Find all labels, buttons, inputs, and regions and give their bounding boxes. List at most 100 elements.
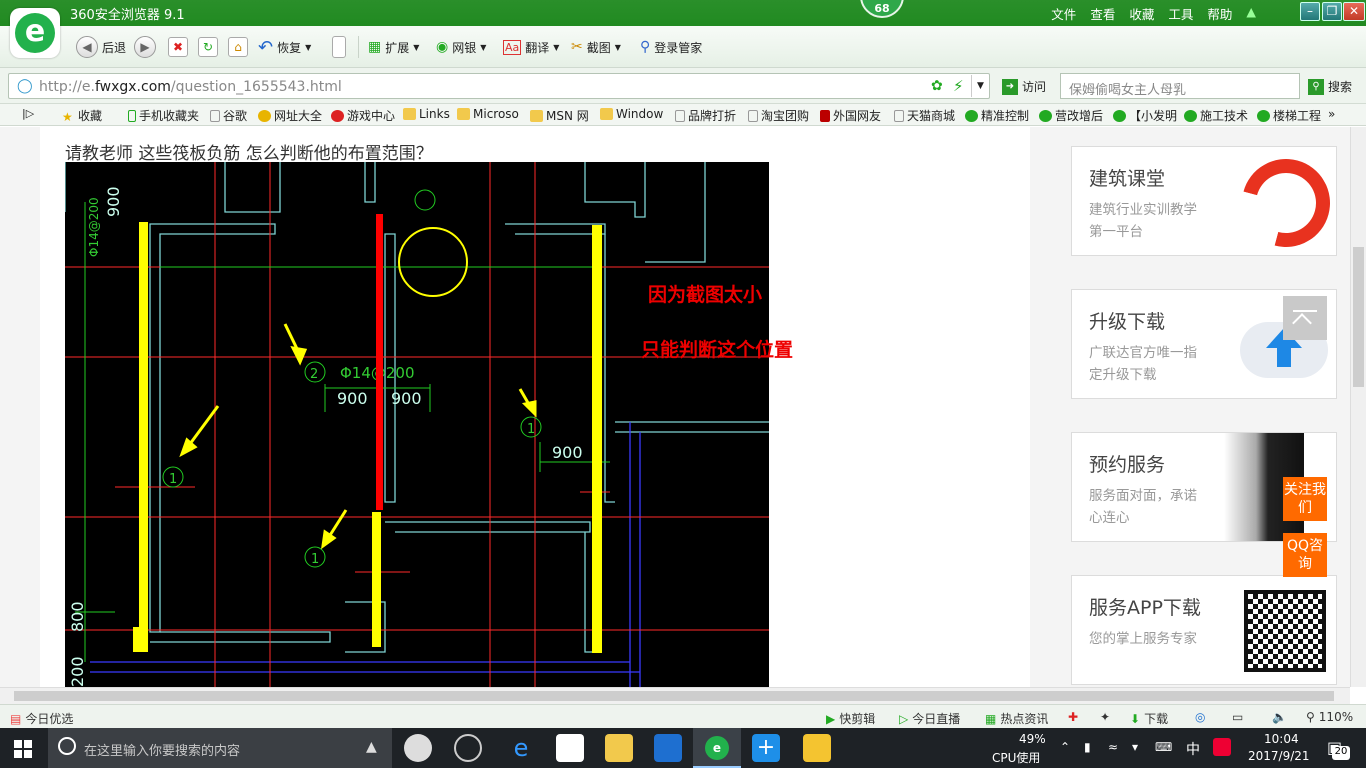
mobile-button[interactable] xyxy=(332,36,346,58)
menu-view[interactable]: 查看 xyxy=(1090,4,1115,23)
browser-taskbar-button[interactable]: e xyxy=(693,728,741,768)
clip-button[interactable]: ▶ 快剪辑 xyxy=(826,710,875,727)
sogou-icon[interactable] xyxy=(1213,738,1231,756)
lightning-icon[interactable]: ⚡ xyxy=(953,77,964,95)
card-title: 升级下载 xyxy=(1089,311,1166,333)
visit-button[interactable]: ➜ 访问 xyxy=(1002,78,1046,95)
forward-button[interactable]: ▶ xyxy=(134,36,156,58)
zoom-icon: ⚲ xyxy=(1306,710,1315,724)
scroll-thumb[interactable] xyxy=(1353,247,1364,387)
file-explorer-icon[interactable] xyxy=(605,734,633,762)
scroll-thumb[interactable] xyxy=(14,691,1334,701)
zoom-control[interactable]: ⚲ 110% xyxy=(1306,710,1353,724)
shirt-icon[interactable]: ▲ xyxy=(1246,4,1256,23)
maximize-button[interactable]: ❐ xyxy=(1322,2,1342,21)
shield-icon[interactable]: ✚ xyxy=(1068,710,1078,724)
taskbar-search-input[interactable]: 在这里输入你要搜索的内容 ▲ xyxy=(48,728,392,768)
compat-mode-icon[interactable]: ✿ xyxy=(931,78,943,94)
menu-help[interactable]: 帮助 xyxy=(1207,4,1232,23)
screenshot-button[interactable]: ✂ 截图 ▼ xyxy=(571,36,621,58)
ie-icon[interactable]: ◎ xyxy=(1195,710,1205,724)
follow-us-button[interactable]: 关注我们 xyxy=(1283,477,1327,521)
qq-consult-button[interactable]: QQ咨询 xyxy=(1283,533,1327,577)
cortana-swirl-icon[interactable] xyxy=(454,734,482,762)
url-input[interactable]: ◯ http://e.fwxgx.com/question_1655543.ht… xyxy=(8,73,990,99)
plus-app-icon[interactable]: + xyxy=(752,734,780,762)
bookmark-tax[interactable]: 营改增后 xyxy=(1039,107,1103,124)
bookmark-precise[interactable]: 精准控制 xyxy=(965,107,1029,124)
search-button[interactable]: ⚲ 搜索 xyxy=(1308,78,1352,95)
bookmark-foreign[interactable]: 外国网友 xyxy=(820,107,881,124)
glodon-app-icon[interactable] xyxy=(654,734,682,762)
volume-icon[interactable]: 🔈 xyxy=(1272,710,1287,724)
menu-file[interactable]: 文件 xyxy=(1051,4,1076,23)
edge-icon[interactable]: e xyxy=(507,734,535,762)
ime-indicator[interactable]: 中 xyxy=(1186,739,1200,759)
qr-code-image xyxy=(1244,590,1326,672)
card-title: 建筑课堂 xyxy=(1089,168,1166,190)
close-button[interactable]: ✕ xyxy=(1343,2,1365,21)
window-icon[interactable]: ▭ xyxy=(1232,710,1243,724)
task-view-icon[interactable] xyxy=(404,734,432,762)
extend-button[interactable]: ▦ 扩展 ▼ xyxy=(368,36,419,58)
translate-button[interactable]: Aa 翻译 ▼ xyxy=(503,36,559,58)
clock-time[interactable]: 10:04 xyxy=(1264,732,1299,746)
bookmark-microsoft[interactable]: Microso xyxy=(457,107,519,121)
home-button[interactable]: ⌂ xyxy=(228,36,248,58)
refresh-button[interactable]: ↻ xyxy=(198,36,218,58)
bookmark-msn[interactable]: MSN 网 xyxy=(530,107,589,124)
back-to-top-button[interactable] xyxy=(1283,296,1327,340)
bookmark-brand-sale[interactable]: 品牌打折 xyxy=(675,107,736,124)
tray-chevron-icon[interactable]: ⌃ xyxy=(1060,740,1070,754)
bookmark-mobile[interactable]: 手机收藏夹 xyxy=(128,107,199,124)
bookmark-tmall[interactable]: 天猫商城 xyxy=(894,107,955,124)
wifi-icon[interactable]: ≈ xyxy=(1108,740,1118,754)
restore-button[interactable]: ↶ 恢复 ▼ xyxy=(258,36,311,58)
sidebar-toggle-icon[interactable]: |▷ xyxy=(22,107,34,120)
menu-favorites[interactable]: 收藏 xyxy=(1129,4,1154,23)
yellow-bar-left xyxy=(139,222,148,652)
today-pick-button[interactable]: ▤ 今日优选 xyxy=(10,710,73,727)
bookmark-favorites[interactable]: ★ 收藏 xyxy=(62,107,102,124)
card-app-download[interactable]: 服务APP下载 您的掌上服务专家 xyxy=(1071,575,1337,685)
horizontal-scrollbar[interactable] xyxy=(0,687,1350,704)
store-icon[interactable] xyxy=(556,734,584,762)
menu-tools[interactable]: 工具 xyxy=(1168,4,1193,23)
keyboard-icon[interactable]: ⌨ xyxy=(1155,740,1172,754)
bookmark-games[interactable]: 游戏中心 xyxy=(331,107,395,124)
card-building-class[interactable]: 建筑课堂 建筑行业实训教学第一平台 xyxy=(1071,142,1347,264)
bank-button[interactable]: ◉ 网银 ▼ xyxy=(436,36,486,58)
bookmark-windows[interactable]: Window xyxy=(600,107,663,121)
bookmark-invention[interactable]: 【小发明 xyxy=(1113,107,1177,124)
notification-count: 20 xyxy=(1332,746,1350,760)
bookmark-hao[interactable]: 网址大全 xyxy=(258,107,322,124)
pin-icon[interactable]: ✦ xyxy=(1100,710,1110,724)
volume-tray-icon[interactable]: ▾ xyxy=(1132,740,1138,754)
news-button[interactable]: ▦ 热点资讯 xyxy=(985,710,1048,727)
notes-app-icon[interactable] xyxy=(803,734,831,762)
download-button[interactable]: ⬇ 下载 xyxy=(1130,710,1168,727)
login-manager-label: 登录管家 xyxy=(654,40,703,55)
vertical-scrollbar[interactable] xyxy=(1350,127,1366,687)
news-icon: ▦ xyxy=(985,711,997,726)
live-button[interactable]: ▷ 今日直播 xyxy=(899,710,960,727)
security-score-badge[interactable]: 68 xyxy=(860,0,904,18)
bookmark-construction[interactable]: 施工技术 xyxy=(1184,107,1248,124)
search-input[interactable]: 保姆偷喝女主人母乳 xyxy=(1060,73,1300,99)
windows-taskbar: 在这里输入你要搜索的内容 ▲ e e + 49% CPU使用 ⌃ ▮ ≈ ▾ ⌨… xyxy=(0,728,1366,768)
windows-start-icon[interactable] xyxy=(14,740,32,758)
card-desc: 您的掌上服务专家 xyxy=(1089,631,1197,647)
battery-icon[interactable]: ▮ xyxy=(1084,740,1091,754)
minimize-button[interactable]: – xyxy=(1300,2,1320,21)
bookmark-stairs[interactable]: 楼梯工程 xyxy=(1257,107,1321,124)
stop-button[interactable]: ✖ xyxy=(168,36,188,58)
bookmark-links[interactable]: Links xyxy=(403,107,450,121)
back-button[interactable]: ◀ 后退 xyxy=(76,36,126,58)
clock-date[interactable]: 2017/9/21 xyxy=(1248,749,1310,763)
bookmarks-more-icon[interactable]: » xyxy=(1328,107,1335,121)
bookmark-taobao[interactable]: 淘宝团购 xyxy=(748,107,809,124)
login-manager-button[interactable]: ⚲ 登录管家 xyxy=(640,36,702,58)
url-dropdown-icon[interactable]: ▼ xyxy=(971,75,989,97)
arrow-2 xyxy=(185,405,220,449)
bookmark-google[interactable]: 谷歌 xyxy=(210,107,247,124)
